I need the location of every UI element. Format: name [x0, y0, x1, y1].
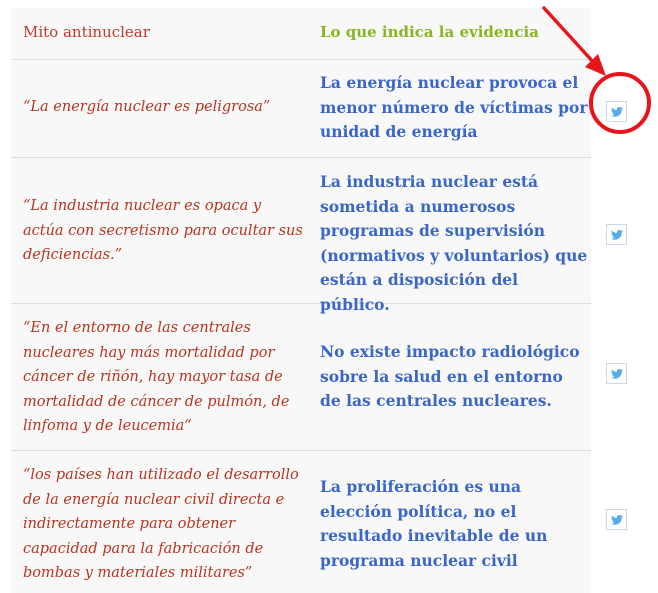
twitter-bird-icon [611, 369, 623, 379]
twitter-bird-icon [611, 515, 623, 525]
myth-cell: “La energía nuclear es peligrosa” [23, 99, 271, 115]
tweet-button[interactable] [606, 101, 627, 122]
twitter-bird-icon [611, 107, 623, 117]
myth-cell: “La industria nuclear es opaca y actúa c… [23, 198, 303, 263]
twitter-bird-icon [611, 230, 623, 240]
header-evidence: Lo que indica la evidencia [320, 23, 539, 41]
evidence-cell: La industria nuclear está sometida a num… [320, 172, 588, 314]
evidence-cell: La proliferación es una elección polític… [320, 477, 548, 570]
myth-cell: “los países han utilizado el desarrollo … [23, 467, 299, 581]
table-row: “La energía nuclear es peligrosa” La ene… [11, 59, 627, 158]
myth-cell: “En el entorno de las centrales nucleare… [23, 320, 290, 434]
table-row: “La industria nuclear es opaca y actúa c… [11, 157, 627, 314]
header-myth: Mito antinuclear [23, 23, 150, 41]
tweet-button[interactable] [606, 509, 627, 530]
tweet-button[interactable] [606, 224, 627, 245]
myth-evidence-table: Mito antinuclear Lo que indica la eviden… [11, 8, 627, 593]
evidence-cell: La energía nuclear provoca el menor núme… [320, 73, 588, 141]
table-header: Mito antinuclear Lo que indica la eviden… [11, 8, 591, 60]
evidence-cell: No existe impacto radiológico sobre la s… [320, 342, 580, 410]
tweet-button[interactable] [606, 363, 627, 384]
table-row: “En el entorno de las centrales nucleare… [11, 303, 627, 451]
table-row: “los países han utilizado el desarrollo … [11, 450, 627, 593]
